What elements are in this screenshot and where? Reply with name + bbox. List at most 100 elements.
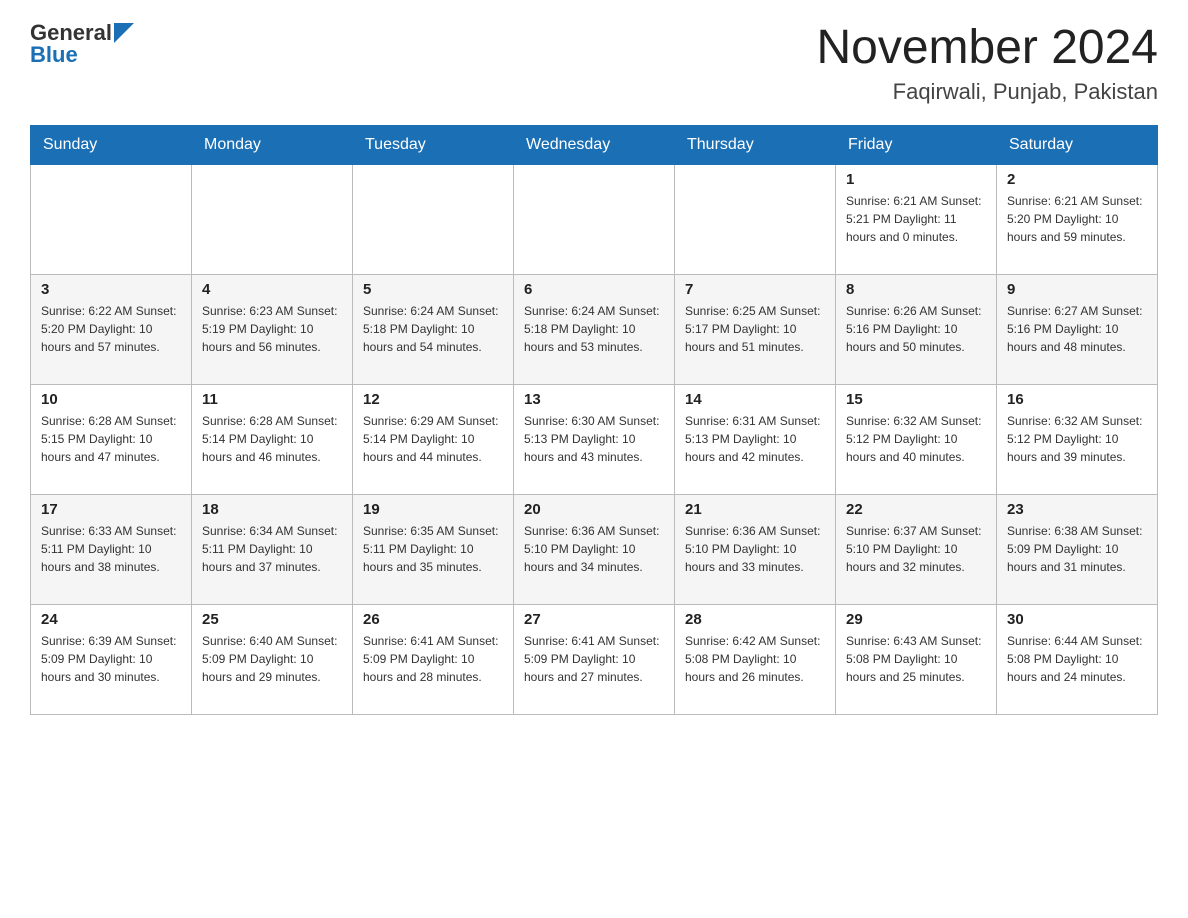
calendar-day-cell: 26 Sunrise: 6:41 AM Sunset: 5:09 PM Dayli…: [353, 605, 514, 715]
calendar-day-cell: 4 Sunrise: 6:23 AM Sunset: 5:19 PM Daylig…: [192, 275, 353, 385]
calendar-day-cell: 17 Sunrise: 6:33 AM Sunset: 5:11 PM Dayli…: [31, 495, 192, 605]
day-of-week-header: Thursday: [675, 126, 836, 165]
day-info: Sunrise: 6:42 AM Sunset: 5:08 PM Dayligh…: [685, 632, 825, 686]
location-subtitle: Faqirwali, Punjab, Pakistan: [816, 79, 1158, 105]
day-number: 21: [685, 501, 825, 518]
day-info: Sunrise: 6:34 AM Sunset: 5:11 PM Dayligh…: [202, 522, 342, 576]
day-number: 29: [846, 611, 986, 628]
calendar-day-cell: [514, 165, 675, 275]
day-info: Sunrise: 6:24 AM Sunset: 5:18 PM Dayligh…: [363, 302, 503, 356]
day-number: 14: [685, 391, 825, 408]
calendar-day-cell: 13 Sunrise: 6:30 AM Sunset: 5:13 PM Dayli…: [514, 385, 675, 495]
day-of-week-header: Wednesday: [514, 126, 675, 165]
day-number: 22: [846, 501, 986, 518]
day-number: 4: [202, 281, 342, 298]
day-of-week-header: Friday: [836, 126, 997, 165]
day-info: Sunrise: 6:40 AM Sunset: 5:09 PM Dayligh…: [202, 632, 342, 686]
calendar-day-cell: 24 Sunrise: 6:39 AM Sunset: 5:09 PM Dayli…: [31, 605, 192, 715]
logo: General Blue: [30, 20, 134, 68]
calendar-table: SundayMondayTuesdayWednesdayThursdayFrid…: [30, 125, 1158, 715]
calendar-day-cell: 18 Sunrise: 6:34 AM Sunset: 5:11 PM Dayli…: [192, 495, 353, 605]
day-info: Sunrise: 6:41 AM Sunset: 5:09 PM Dayligh…: [363, 632, 503, 686]
calendar-day-cell: 27 Sunrise: 6:41 AM Sunset: 5:09 PM Dayli…: [514, 605, 675, 715]
day-info: Sunrise: 6:21 AM Sunset: 5:21 PM Dayligh…: [846, 192, 986, 246]
day-number: 1: [846, 171, 986, 188]
day-info: Sunrise: 6:27 AM Sunset: 5:16 PM Dayligh…: [1007, 302, 1147, 356]
calendar-day-cell: 2 Sunrise: 6:21 AM Sunset: 5:20 PM Daylig…: [997, 165, 1158, 275]
calendar-day-cell: 28 Sunrise: 6:42 AM Sunset: 5:08 PM Dayli…: [675, 605, 836, 715]
calendar-week-row: 3 Sunrise: 6:22 AM Sunset: 5:20 PM Daylig…: [31, 275, 1158, 385]
day-info: Sunrise: 6:31 AM Sunset: 5:13 PM Dayligh…: [685, 412, 825, 466]
day-number: 15: [846, 391, 986, 408]
day-number: 25: [202, 611, 342, 628]
calendar-day-cell: 8Sunrise: 6:26 AM Sunset: 5:16 PM Daylig…: [836, 275, 997, 385]
day-number: 16: [1007, 391, 1147, 408]
calendar-day-cell: 19 Sunrise: 6:35 AM Sunset: 5:11 PM Dayli…: [353, 495, 514, 605]
day-of-week-header: Tuesday: [353, 126, 514, 165]
calendar-day-cell: [675, 165, 836, 275]
calendar-day-cell: 10 Sunrise: 6:28 AM Sunset: 5:15 PM Dayli…: [31, 385, 192, 495]
day-info: Sunrise: 6:35 AM Sunset: 5:11 PM Dayligh…: [363, 522, 503, 576]
day-number: 7: [685, 281, 825, 298]
day-info: Sunrise: 6:41 AM Sunset: 5:09 PM Dayligh…: [524, 632, 664, 686]
day-info: Sunrise: 6:32 AM Sunset: 5:12 PM Dayligh…: [846, 412, 986, 466]
day-number: 13: [524, 391, 664, 408]
day-info: Sunrise: 6:29 AM Sunset: 5:14 PM Dayligh…: [363, 412, 503, 466]
day-number: 9: [1007, 281, 1147, 298]
calendar-day-cell: 21Sunrise: 6:36 AM Sunset: 5:10 PM Dayli…: [675, 495, 836, 605]
day-number: 18: [202, 501, 342, 518]
day-info: Sunrise: 6:39 AM Sunset: 5:09 PM Dayligh…: [41, 632, 181, 686]
calendar-day-cell: 5 Sunrise: 6:24 AM Sunset: 5:18 PM Daylig…: [353, 275, 514, 385]
day-number: 20: [524, 501, 664, 518]
calendar-day-cell: 6 Sunrise: 6:24 AM Sunset: 5:18 PM Daylig…: [514, 275, 675, 385]
day-number: 27: [524, 611, 664, 628]
day-info: Sunrise: 6:44 AM Sunset: 5:08 PM Dayligh…: [1007, 632, 1147, 686]
calendar-day-cell: 30Sunrise: 6:44 AM Sunset: 5:08 PM Dayli…: [997, 605, 1158, 715]
calendar-week-row: 17 Sunrise: 6:33 AM Sunset: 5:11 PM Dayli…: [31, 495, 1158, 605]
calendar-day-cell: 9 Sunrise: 6:27 AM Sunset: 5:16 PM Daylig…: [997, 275, 1158, 385]
calendar-day-cell: [31, 165, 192, 275]
calendar-day-cell: [353, 165, 514, 275]
day-number: 19: [363, 501, 503, 518]
day-info: Sunrise: 6:30 AM Sunset: 5:13 PM Dayligh…: [524, 412, 664, 466]
calendar-header-row: SundayMondayTuesdayWednesdayThursdayFrid…: [31, 126, 1158, 165]
month-year-title: November 2024: [816, 20, 1158, 75]
day-info: Sunrise: 6:32 AM Sunset: 5:12 PM Dayligh…: [1007, 412, 1147, 466]
day-info: Sunrise: 6:37 AM Sunset: 5:10 PM Dayligh…: [846, 522, 986, 576]
day-number: 3: [41, 281, 181, 298]
calendar-day-cell: 23Sunrise: 6:38 AM Sunset: 5:09 PM Dayli…: [997, 495, 1158, 605]
logo-triangle-icon: [114, 23, 134, 43]
day-number: 12: [363, 391, 503, 408]
day-info: Sunrise: 6:23 AM Sunset: 5:19 PM Dayligh…: [202, 302, 342, 356]
calendar-day-cell: 12 Sunrise: 6:29 AM Sunset: 5:14 PM Dayli…: [353, 385, 514, 495]
calendar-day-cell: 22 Sunrise: 6:37 AM Sunset: 5:10 PM Dayli…: [836, 495, 997, 605]
calendar-day-cell: 1 Sunrise: 6:21 AM Sunset: 5:21 PM Daylig…: [836, 165, 997, 275]
day-number: 6: [524, 281, 664, 298]
day-number: 23: [1007, 501, 1147, 518]
calendar-day-cell: 11 Sunrise: 6:28 AM Sunset: 5:14 PM Dayli…: [192, 385, 353, 495]
calendar-day-cell: 20 Sunrise: 6:36 AM Sunset: 5:10 PM Dayli…: [514, 495, 675, 605]
day-number: 10: [41, 391, 181, 408]
day-of-week-header: Saturday: [997, 126, 1158, 165]
day-info: Sunrise: 6:24 AM Sunset: 5:18 PM Dayligh…: [524, 302, 664, 356]
day-number: 28: [685, 611, 825, 628]
calendar-day-cell: [192, 165, 353, 275]
day-number: 24: [41, 611, 181, 628]
day-info: Sunrise: 6:28 AM Sunset: 5:14 PM Dayligh…: [202, 412, 342, 466]
day-number: 2: [1007, 171, 1147, 188]
day-number: 11: [202, 391, 342, 408]
calendar-day-cell: 3 Sunrise: 6:22 AM Sunset: 5:20 PM Daylig…: [31, 275, 192, 385]
day-number: 26: [363, 611, 503, 628]
page-header: General Blue November 2024 Faqirwali, Pu…: [30, 20, 1158, 105]
calendar-day-cell: 25 Sunrise: 6:40 AM Sunset: 5:09 PM Dayli…: [192, 605, 353, 715]
day-info: Sunrise: 6:33 AM Sunset: 5:11 PM Dayligh…: [41, 522, 181, 576]
day-number: 17: [41, 501, 181, 518]
day-of-week-header: Sunday: [31, 126, 192, 165]
calendar-week-row: 24 Sunrise: 6:39 AM Sunset: 5:09 PM Dayli…: [31, 605, 1158, 715]
day-number: 8: [846, 281, 986, 298]
day-info: Sunrise: 6:22 AM Sunset: 5:20 PM Dayligh…: [41, 302, 181, 356]
day-info: Sunrise: 6:36 AM Sunset: 5:10 PM Dayligh…: [524, 522, 664, 576]
day-number: 5: [363, 281, 503, 298]
day-info: Sunrise: 6:28 AM Sunset: 5:15 PM Dayligh…: [41, 412, 181, 466]
day-info: Sunrise: 6:21 AM Sunset: 5:20 PM Dayligh…: [1007, 192, 1147, 246]
